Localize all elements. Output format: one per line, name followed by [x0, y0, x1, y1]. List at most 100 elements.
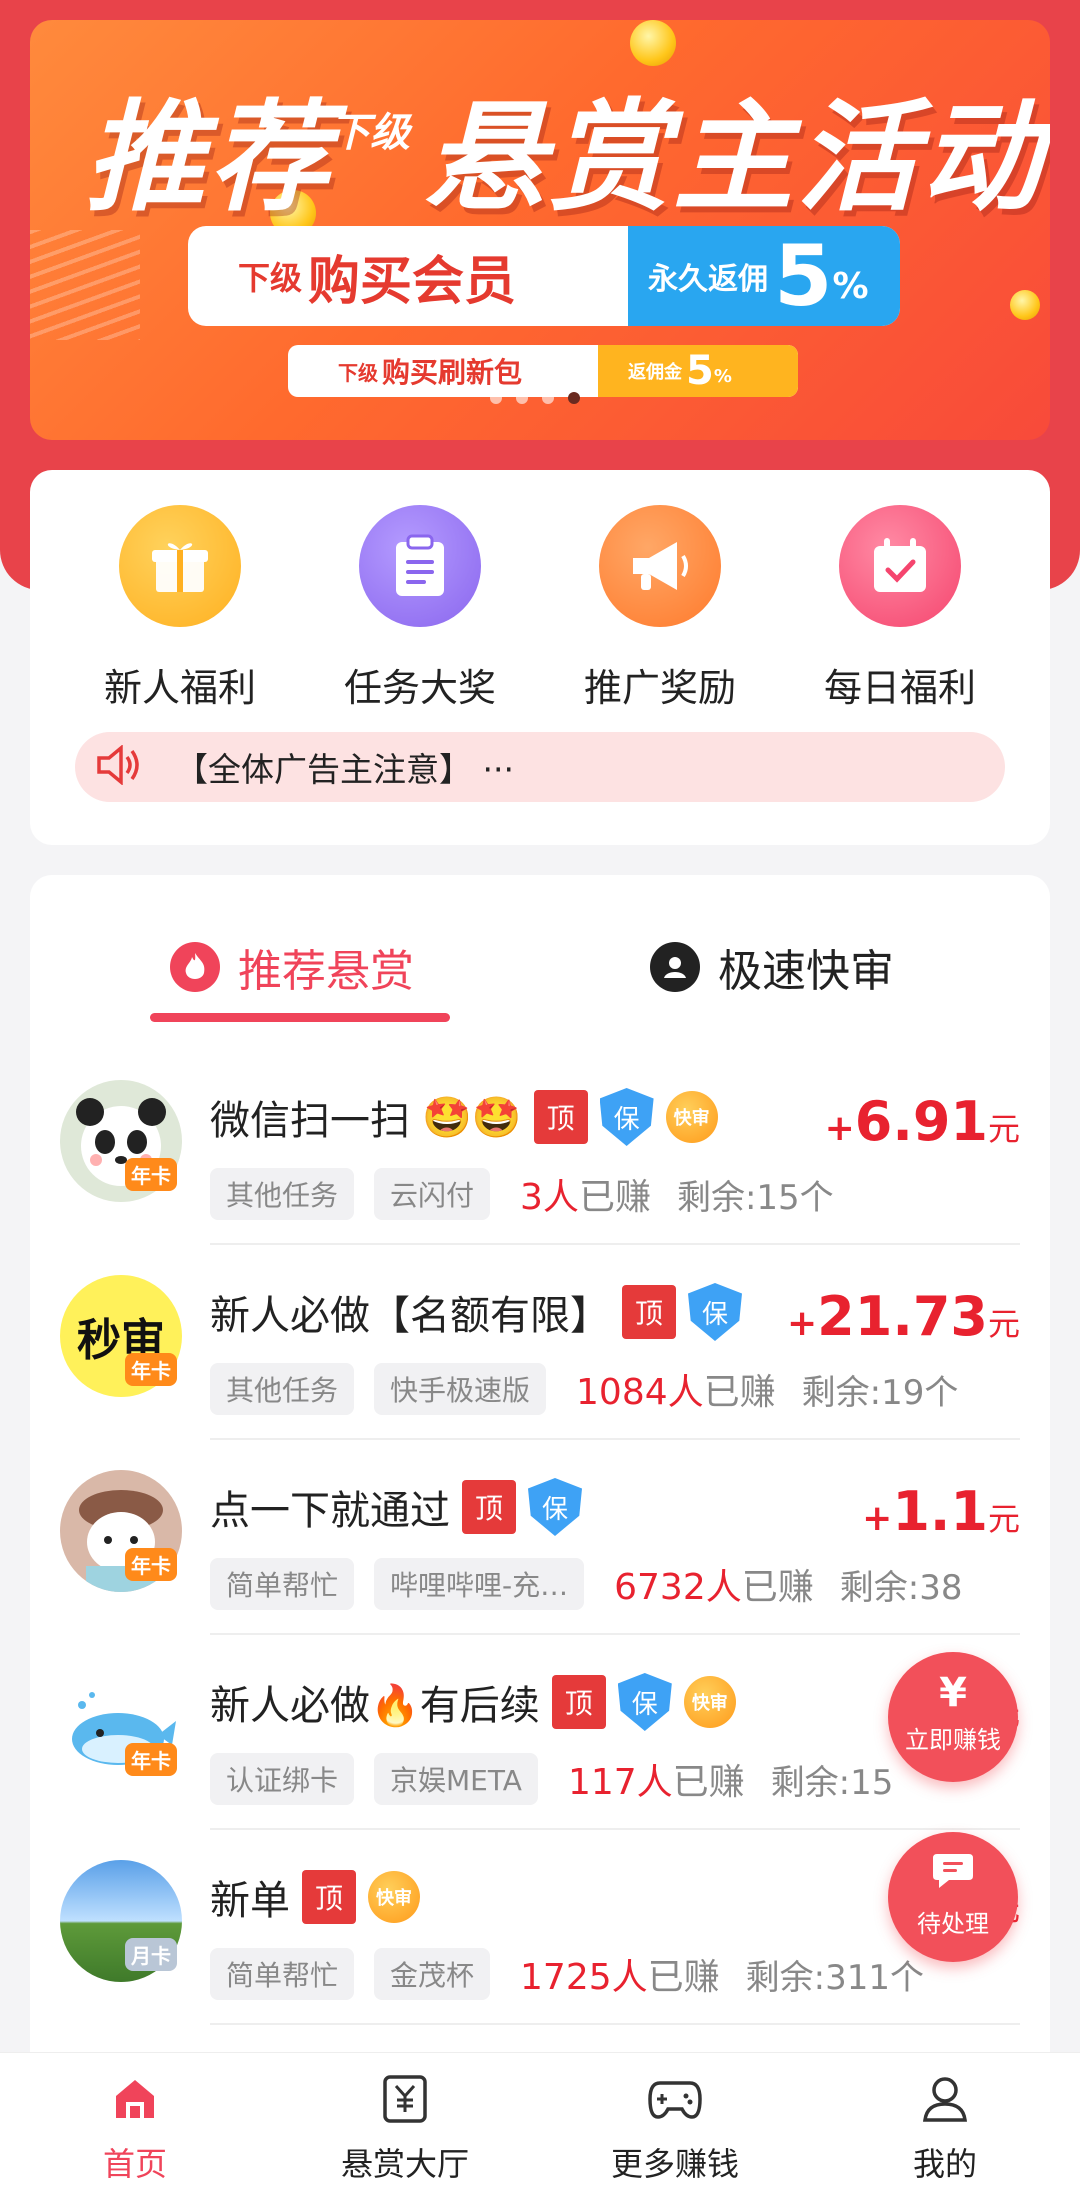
task-row[interactable]: 年卡 点一下就通过 顶 保 +1.1元 简单帮忙 哔哩哔哩-充… 6732人已赚…: [30, 1440, 1050, 1635]
task-row[interactable]: 年卡 微信扫一扫 🤩🤩 顶 保 快审 +6.91元 其他任务 云闪付 3人已赚 …: [30, 1050, 1050, 1245]
remaining-count: 剩余:38: [839, 1567, 963, 1608]
task-title-line: 新单 顶 快审: [210, 1868, 420, 1926]
nav-label: 更多赚钱: [610, 2145, 739, 2183]
gift-icon: [119, 505, 241, 627]
earned-text: 已赚: [578, 1177, 651, 1218]
earned-count: 6732人已赚: [614, 1558, 814, 1610]
offer-pct-num: 5: [686, 348, 714, 394]
offer-pct: %: [832, 265, 869, 307]
quick-action-task-prize[interactable]: 任务大奖: [320, 505, 520, 712]
card-badge: 年卡: [125, 1743, 177, 1776]
earned-count: 117人已赚: [568, 1753, 745, 1805]
pending-button[interactable]: 待处理: [888, 1832, 1018, 1962]
carousel-dots[interactable]: [490, 392, 580, 404]
nav-label: 首页: [102, 2145, 167, 2183]
task-tag: 其他任务: [210, 1363, 355, 1415]
notice-text: 【全体广告主注意】 ···: [175, 750, 514, 789]
banner-title-sub: 下级: [330, 110, 410, 156]
yen-doc-icon: [375, 2069, 435, 2129]
card-badge: 年卡: [125, 1353, 177, 1386]
task-tag: 云闪付: [374, 1168, 491, 1220]
carousel-dot-active[interactable]: [568, 392, 580, 404]
promo-banner[interactable]: 推荐 下级 悬赏主活动 下级 购买会员 永久返佣 5% 下级 购买刷新包 返佣金 5%: [30, 20, 1050, 440]
task-meta: 简单帮忙 哔哩哔哩-充… 6732人已赚 剩余:38: [210, 1558, 962, 1610]
task-title-line: 微信扫一扫 🤩🤩 顶 保 快审: [210, 1088, 718, 1146]
nav-more-earnings[interactable]: 更多赚钱: [575, 2069, 775, 2185]
tab-fast-review[interactable]: 极速快审: [650, 935, 894, 999]
offer-prefix: 下级: [238, 259, 303, 297]
price-plus: +: [824, 1108, 855, 1149]
earned-number: 1725人: [520, 1957, 648, 1998]
nav-label: 悬赏大厅: [340, 2145, 469, 2183]
earned-count: 1725人已赚: [520, 1948, 720, 2000]
banner-offer-refresh: 下级 购买刷新包 返佣金 5%: [288, 345, 798, 397]
remaining-count: 剩余:19个: [801, 1372, 959, 1413]
task-title-line: 点一下就通过 顶 保: [210, 1478, 582, 1536]
clipboard-icon: [359, 505, 481, 627]
remaining-count: 剩余:311个: [745, 1957, 925, 1998]
task-title-line: 新人必做🔥有后续 顶 保 快审: [210, 1673, 736, 1731]
quick-action-new-user-benefits[interactable]: 新人福利: [80, 505, 280, 712]
task-price: +6.91元: [825, 1090, 1020, 1153]
calendar-check-icon: [839, 505, 961, 627]
user-circle-icon: [650, 942, 700, 992]
task-meta: 其他任务 云闪付 3人已赚 剩余:15个: [210, 1168, 834, 1220]
task-tag: 其他任务: [210, 1168, 355, 1220]
task-row[interactable]: 秒审 年卡 新人必做【名额有限】 顶 保 +21.73元 其他任务 快手极速版 …: [30, 1245, 1050, 1440]
task-tag: 金茂杯: [374, 1948, 491, 2000]
card-badge: 年卡: [125, 1158, 177, 1191]
quick-action-label: 推广奖励: [583, 666, 736, 710]
price-value: 6.91: [854, 1090, 988, 1153]
guarantee-badge: 保: [528, 1478, 582, 1536]
carousel-dot[interactable]: [542, 392, 554, 404]
top-badge: 顶: [462, 1480, 516, 1534]
task-meta: 简单帮忙 金茂杯 1725人已赚 剩余:311个: [210, 1948, 924, 2000]
tab-label: 推荐悬赏: [238, 946, 414, 997]
top-badge: 顶: [302, 1870, 356, 1924]
earned-count: 3人已赚: [520, 1168, 651, 1220]
earned-text: 已赚: [672, 1762, 745, 1803]
remaining-count: 剩余:15: [770, 1762, 894, 1803]
quick-actions-card: 新人福利 任务大奖 推广奖励 每日福利 【全体广告主注意】 ···: [30, 470, 1050, 845]
top-badge: 顶: [533, 1090, 588, 1144]
task-tag: 简单帮忙: [210, 1558, 355, 1610]
task-emoji: 🤩🤩: [422, 1094, 522, 1141]
bottom-nav: 首页 悬赏大厅 更多赚钱 我的: [0, 2052, 1080, 2192]
earned-count: 1084人已赚: [576, 1363, 776, 1415]
earned-text: 已赚: [703, 1372, 776, 1413]
guarantee-badge: 保: [617, 1673, 672, 1731]
earned-number: 1084人: [576, 1372, 704, 1413]
earn-now-button[interactable]: ¥ 立即赚钱: [888, 1652, 1018, 1782]
coin-icon: [1010, 290, 1040, 320]
top-badge: 顶: [622, 1285, 676, 1339]
task-tabs: 推荐悬赏 极速快审: [30, 875, 1050, 1035]
quick-action-label: 新人福利: [103, 666, 256, 710]
earned-number: 6732人: [614, 1567, 742, 1608]
remaining-count: 剩余:15个: [676, 1177, 834, 1218]
nav-bounty-hall[interactable]: 悬赏大厅: [305, 2069, 505, 2185]
nav-home[interactable]: 首页: [35, 2069, 235, 2185]
task-title: 新人必做【名额有限】: [210, 1293, 610, 1339]
nav-mine[interactable]: 我的: [845, 2069, 1045, 2185]
active-tab-indicator: [150, 1013, 450, 1022]
price-unit: 元: [987, 1305, 1020, 1343]
carousel-dot[interactable]: [490, 392, 502, 404]
task-tag: 快手极速版: [374, 1363, 547, 1415]
fab-label: 待处理: [917, 1910, 989, 1938]
task-title: 点一下就通过: [210, 1488, 450, 1534]
quick-action-label: 任务大奖: [343, 666, 496, 710]
price-value: 21.73: [817, 1285, 988, 1348]
offer-prefix: 下级: [338, 360, 378, 385]
fast-review-badge: 快审: [368, 1871, 420, 1923]
divider: [210, 2023, 1020, 2025]
task-title: 新人必做🔥有后续: [210, 1683, 540, 1729]
task-title-line: 新人必做【名额有限】 顶 保: [210, 1283, 742, 1341]
notice-bar[interactable]: 【全体广告主注意】 ···: [75, 732, 1005, 802]
price-plus: +: [862, 1498, 893, 1539]
top-badge: 顶: [551, 1675, 606, 1729]
quick-action-promotion-reward[interactable]: 推广奖励: [560, 505, 760, 712]
offer-right-text: 永久返佣: [648, 262, 768, 297]
tab-recommended-bounty[interactable]: 推荐悬赏: [170, 935, 414, 999]
quick-action-daily-benefits[interactable]: 每日福利: [800, 505, 1000, 712]
carousel-dot[interactable]: [516, 392, 528, 404]
